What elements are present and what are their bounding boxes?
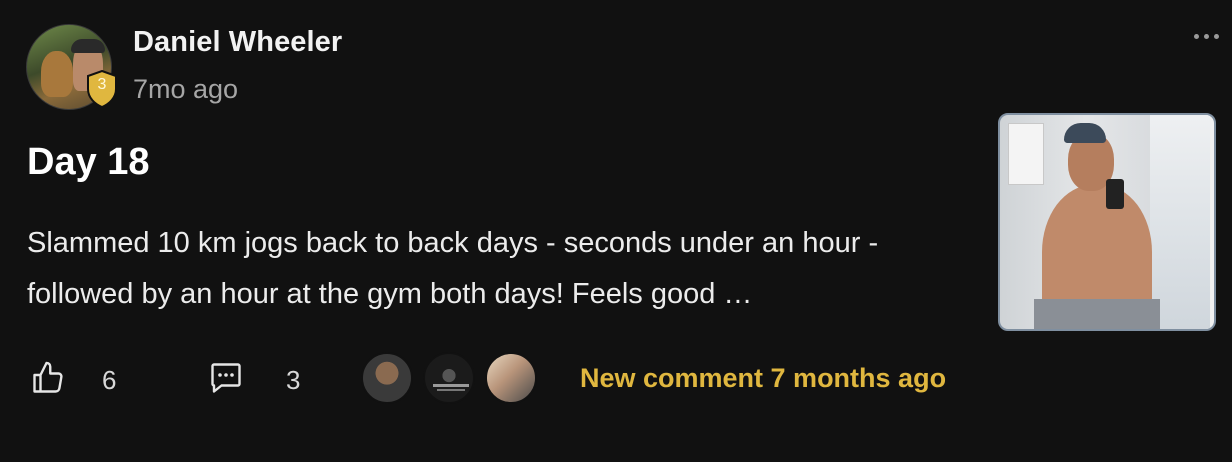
- more-dots-icon: [1193, 33, 1199, 39]
- more-dots-icon: [1213, 33, 1219, 39]
- avatar-logo-mark: [437, 389, 465, 391]
- comment-count: 3: [286, 365, 301, 395]
- thumbs-up-icon: [33, 361, 63, 393]
- author-name[interactable]: Daniel Wheeler: [133, 26, 342, 59]
- post-body[interactable]: Slammed 10 km jogs back to back days - s…: [27, 218, 987, 320]
- like-button[interactable]: [30, 360, 66, 401]
- author-avatar-group[interactable]: 3: [26, 24, 117, 110]
- post-timestamp: 7mo ago: [133, 74, 239, 104]
- thumb-shorts: [1034, 299, 1160, 329]
- post-actions-bar: 6 3 New comment 7 months ago: [30, 352, 1030, 408]
- thumb-person-hat: [1064, 123, 1106, 143]
- post-image-thumbnail[interactable]: [998, 113, 1216, 331]
- comment-button[interactable]: [208, 360, 244, 401]
- level-badge-number: 3: [97, 76, 107, 93]
- avatar-dog-figure: [41, 51, 73, 97]
- commenter-avatar[interactable]: [423, 352, 475, 404]
- new-comment-link[interactable]: New comment 7 months ago: [580, 363, 946, 394]
- comment-bubble-icon: [211, 363, 241, 393]
- commenter-avatar[interactable]: [361, 352, 413, 404]
- thumb-phone: [1106, 179, 1124, 209]
- level-badge: 3: [86, 70, 118, 108]
- like-count: 6: [102, 365, 117, 395]
- more-dots-icon: [1203, 33, 1209, 39]
- avatar-logo-mark: [433, 384, 469, 387]
- avatar-cap-figure: [71, 39, 105, 53]
- commenter-avatar[interactable]: [485, 352, 537, 404]
- more-options-button[interactable]: [1186, 24, 1226, 48]
- thumb-cabinet: [1008, 123, 1044, 185]
- post-title[interactable]: Day 18: [27, 141, 150, 184]
